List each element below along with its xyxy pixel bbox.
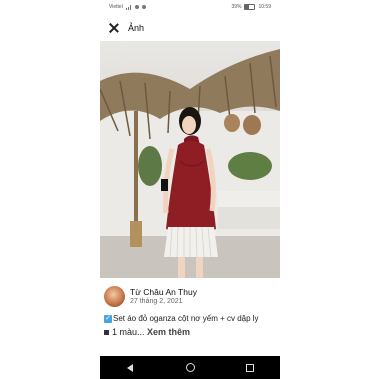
- avatar[interactable]: [104, 285, 125, 307]
- post-caption: ✓ Set áo đỏ oganza cột nơ yếm + cv dập ly…: [104, 313, 278, 338]
- battery-percent: 39%: [231, 4, 242, 10]
- close-icon[interactable]: [108, 22, 120, 34]
- caption-text: Set áo đỏ oganza cột nơ yếm + cv dập ly: [113, 314, 259, 323]
- status-bar: Viettel 39% 10:59: [100, 0, 280, 14]
- post-date: 27 tháng 2, 2021: [130, 297, 183, 305]
- see-more-link[interactable]: Xem thêm: [147, 327, 190, 337]
- messenger-icon: [134, 5, 139, 9]
- nav-recents-button[interactable]: [240, 360, 260, 376]
- post-author-row[interactable]: Từ Châu An Thuy 27 tháng 2, 2021: [104, 284, 276, 308]
- status-right: 39% 10:59: [231, 4, 271, 10]
- black-square-icon: [104, 330, 109, 336]
- battery-icon: [244, 4, 256, 10]
- page-title: Ảnh: [128, 23, 145, 33]
- home-circle-icon: [185, 363, 195, 372]
- check-mark-icon: ✓: [104, 314, 112, 323]
- post-photo[interactable]: [100, 41, 280, 278]
- status-left: Viettel: [109, 4, 146, 10]
- nav-back-button[interactable]: [120, 360, 140, 376]
- notification-icon: [141, 5, 146, 9]
- status-time: 10:59: [258, 4, 271, 10]
- app-header: Ảnh: [100, 15, 280, 41]
- author-info: Từ Châu An Thuy 27 tháng 2, 2021: [130, 287, 197, 306]
- recents-square-icon: [246, 363, 254, 372]
- caption-more-prefix: 1 màu...: [112, 327, 145, 337]
- system-nav-bar: [100, 356, 280, 379]
- caption-line-1: ✓ Set áo đỏ oganza cột nơ yếm + cv dập ly: [104, 313, 278, 324]
- caption-line-2: 1 màu... Xem thêm: [104, 327, 278, 338]
- signal-icon: [125, 4, 131, 10]
- phone-screen: Viettel 39% 10:59 Ảnh Từ Châu An Thuy 27…: [100, 0, 280, 379]
- carrier-name: Viettel: [109, 4, 123, 10]
- author-name[interactable]: Từ Châu An Thuy: [130, 287, 197, 297]
- back-triangle-icon: [127, 363, 133, 372]
- nav-home-button[interactable]: [180, 360, 200, 376]
- photo-illustration: [100, 49, 280, 278]
